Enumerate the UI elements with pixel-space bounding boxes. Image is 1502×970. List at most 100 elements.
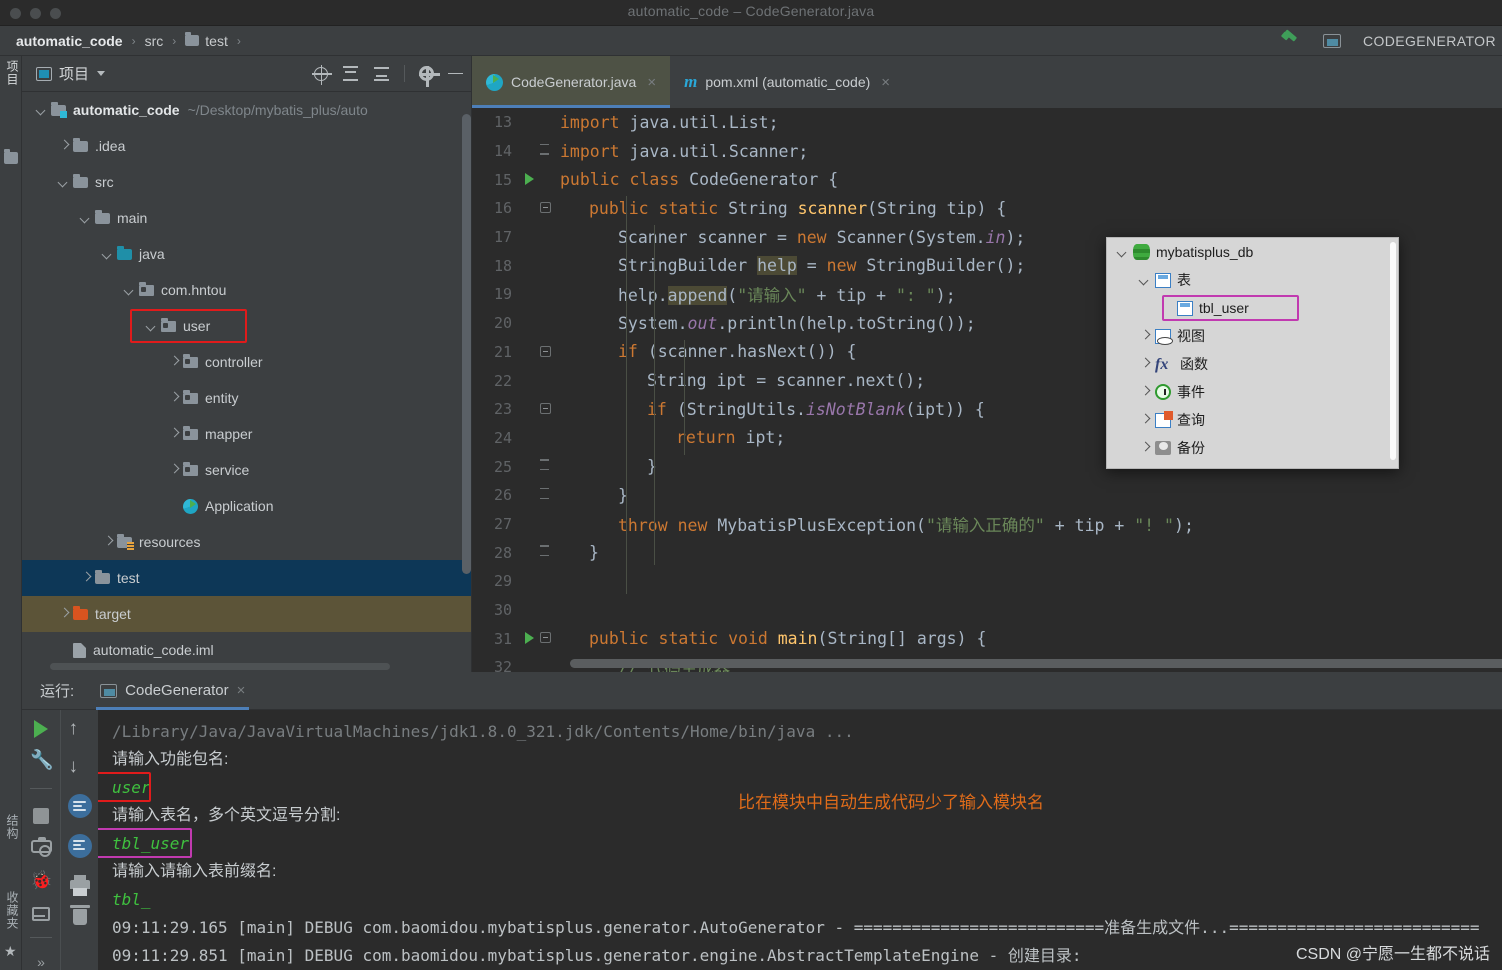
run-gutter-icon[interactable]: [525, 632, 534, 645]
chevron-right-icon[interactable]: [168, 392, 180, 404]
fold-brace-icon[interactable]: [540, 143, 551, 155]
chevron-right-icon[interactable]: [102, 536, 114, 548]
bug-icon[interactable]: 🐞: [30, 869, 52, 891]
db-row-查询[interactable]: 查询: [1107, 406, 1398, 434]
tree-row-resources[interactable]: resources: [22, 524, 471, 560]
fold-minus-icon[interactable]: [540, 632, 551, 644]
gutter-markers[interactable]: [520, 280, 560, 309]
tab-pom-xml[interactable]: m pom.xml (automatic_code) ×: [670, 56, 904, 108]
chevron-right-icon[interactable]: [168, 356, 180, 368]
db-row-事件[interactable]: 事件: [1107, 378, 1398, 406]
gutter-markers[interactable]: [520, 137, 560, 166]
db-row-视图[interactable]: 视图: [1107, 322, 1398, 350]
gear-icon[interactable]: [419, 66, 440, 87]
breadcrumb-item-src[interactable]: src: [145, 33, 164, 49]
gutter-markers[interactable]: [520, 538, 560, 567]
gutter-markers[interactable]: [520, 165, 560, 194]
gutter-markers[interactable]: [520, 424, 560, 453]
gutter-markers[interactable]: [520, 194, 560, 223]
sidebar-tab-project[interactable]: 项目: [4, 60, 21, 86]
sidebar-tab-favorites[interactable]: 收藏夹: [4, 891, 21, 930]
project-tree[interactable]: automatic_code ~/Desktop/mybatis_plus/aut…: [22, 92, 471, 671]
down-arrow-icon[interactable]: ↓: [69, 756, 91, 778]
project-tree-vertical-scrollbar[interactable]: [462, 114, 471, 574]
fold-minus-icon[interactable]: [540, 202, 551, 214]
close-icon[interactable]: ×: [881, 74, 890, 91]
breadcrumb-item-test[interactable]: test: [185, 32, 228, 49]
stop-icon[interactable]: [30, 805, 52, 825]
chevron-down-icon[interactable]: [124, 284, 136, 296]
rerun-icon[interactable]: [30, 718, 52, 739]
project-tree-horizontal-scrollbar[interactable]: [50, 663, 390, 670]
chevron-down-icon[interactable]: [1117, 246, 1129, 258]
db-row-表[interactable]: 表: [1107, 266, 1398, 294]
scroll-from-source-icon[interactable]: [312, 64, 332, 85]
tree-row-application[interactable]: Application: [22, 488, 471, 524]
editor-horizontal-scrollbar[interactable]: [570, 659, 1502, 668]
tree-row-src[interactable]: src: [22, 164, 471, 200]
trash-icon[interactable]: [69, 905, 90, 925]
gutter-markers[interactable]: [520, 510, 560, 539]
chevron-right-icon[interactable]: [58, 140, 70, 152]
gutter-markers[interactable]: [520, 624, 560, 653]
camera-icon[interactable]: [30, 837, 52, 857]
database-tree-popup[interactable]: mybatisplus_db 表 tbl_user 视图 fx 函数 事件 查询 备份: [1106, 237, 1399, 469]
wrench-icon[interactable]: 🔧: [30, 750, 54, 772]
chevron-right-icon[interactable]: [58, 608, 70, 620]
fold-brace-icon[interactable]: [540, 545, 551, 557]
chevron-right-icon[interactable]: [1139, 414, 1151, 426]
print-icon[interactable]: [69, 875, 90, 896]
chevron-right-icon[interactable]: [80, 572, 92, 584]
tree-row-test[interactable]: test: [22, 560, 471, 596]
tree-row-com.hntou[interactable]: com.hntou: [22, 272, 471, 308]
chevron-right-icon[interactable]: [1139, 358, 1151, 370]
db-row-mybatisplus_db[interactable]: mybatisplus_db: [1107, 238, 1398, 266]
breadcrumb-item-project[interactable]: automatic_code: [16, 33, 123, 49]
gutter-markers[interactable]: [520, 309, 560, 338]
tree-row-automatic_code[interactable]: automatic_code ~/Desktop/mybatis_plus/aut…: [22, 92, 471, 128]
more-options-chevron[interactable]: »: [37, 954, 45, 970]
gutter-markers[interactable]: [520, 251, 560, 280]
up-arrow-icon[interactable]: ↑: [69, 718, 91, 740]
console-output[interactable]: /Library/Java/JavaVirtualMachines/jdk1.8…: [98, 710, 1502, 970]
gutter-markers[interactable]: [520, 223, 560, 252]
gutter-markers[interactable]: [520, 452, 560, 481]
chevron-right-icon[interactable]: [1139, 442, 1151, 454]
tree-row-mapper[interactable]: mapper: [22, 416, 471, 452]
close-icon[interactable]: ×: [237, 682, 246, 699]
gutter-markers[interactable]: [520, 108, 560, 137]
gutter-markers[interactable]: [520, 567, 560, 596]
tree-row-java[interactable]: java: [22, 236, 471, 272]
fold-brace-icon[interactable]: [540, 459, 551, 471]
chevron-down-icon[interactable]: [97, 71, 106, 76]
chevron-down-icon[interactable]: [58, 176, 70, 188]
run-gutter-icon[interactable]: [525, 173, 534, 186]
fold-minus-icon[interactable]: [540, 402, 551, 414]
fold-minus-icon[interactable]: [540, 345, 551, 357]
chevron-right-icon[interactable]: [1139, 330, 1151, 342]
gutter-markers[interactable]: [520, 653, 560, 672]
scroll-to-end-icon[interactable]: [67, 834, 92, 858]
run-configuration-icon[interactable]: [1322, 33, 1341, 48]
hide-panel-icon[interactable]: [448, 72, 463, 75]
chevron-down-icon[interactable]: [1139, 274, 1151, 286]
tree-row-controller[interactable]: controller: [22, 344, 471, 380]
gutter-markers[interactable]: [520, 596, 560, 625]
soft-wrap-icon[interactable]: [67, 794, 92, 818]
db-row-备份[interactable]: 备份: [1107, 434, 1398, 462]
chevron-right-icon[interactable]: [168, 464, 180, 476]
gutter-markers[interactable]: [520, 338, 560, 367]
tree-row-service[interactable]: service: [22, 452, 471, 488]
tab-codegenerator-java[interactable]: CodeGenerator.java ×: [472, 56, 671, 108]
chevron-right-icon[interactable]: [1139, 386, 1151, 398]
db-row-函数[interactable]: fx 函数: [1107, 350, 1398, 378]
chevron-down-icon[interactable]: [36, 104, 48, 116]
close-icon[interactable]: ×: [647, 74, 656, 91]
tree-row-entity[interactable]: entity: [22, 380, 471, 416]
sidebar-tab-structure[interactable]: 结构: [4, 814, 21, 840]
export-icon[interactable]: [32, 906, 50, 922]
tree-row-main[interactable]: main: [22, 200, 471, 236]
gutter-markers[interactable]: [520, 481, 560, 510]
collapse-all-icon[interactable]: [373, 65, 390, 82]
build-hammer-icon[interactable]: [1281, 32, 1301, 50]
